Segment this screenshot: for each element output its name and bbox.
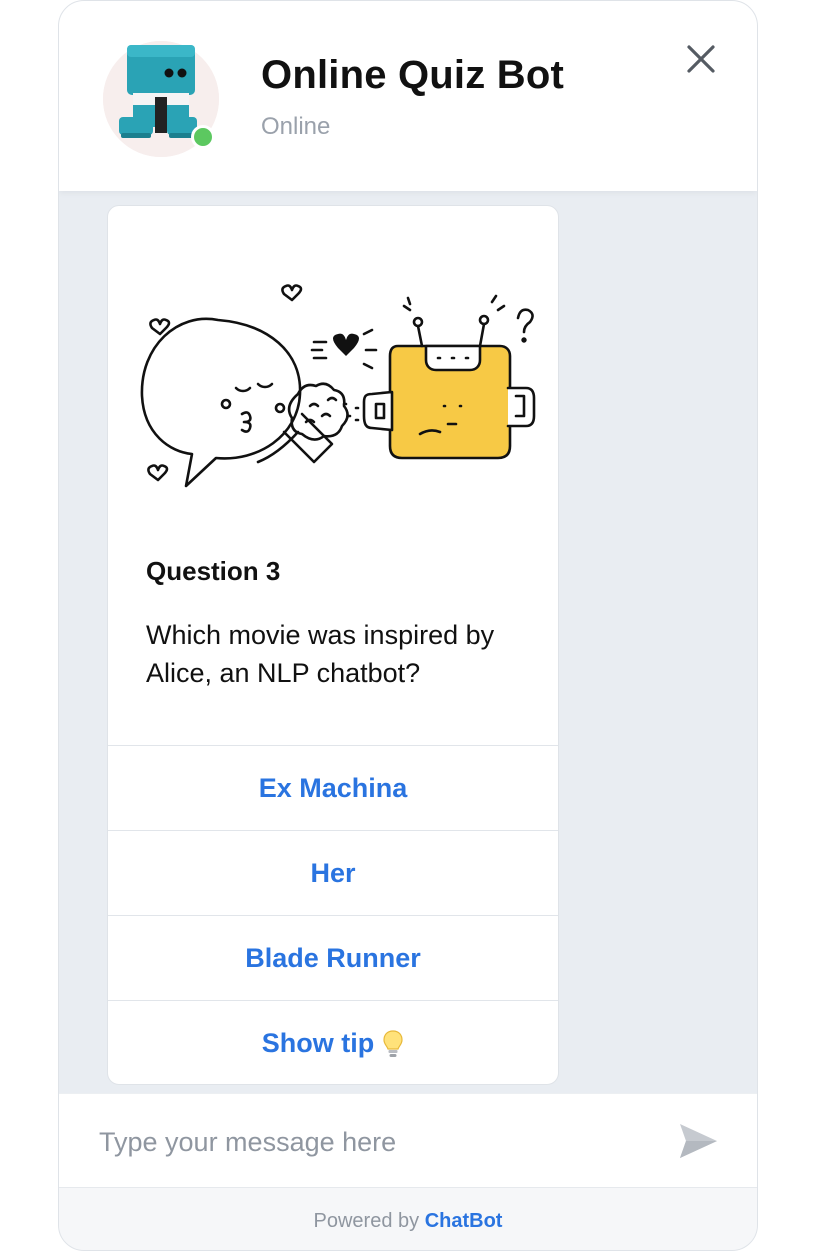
bot-name: Online Quiz Bot: [261, 53, 564, 97]
message-input[interactable]: [97, 1118, 661, 1166]
chat-widget: Online Quiz Bot Online Question 3 Which …: [58, 0, 758, 1251]
chat-header: Online Quiz Bot Online: [59, 1, 757, 191]
show-tip-label: Show tip: [261, 1028, 375, 1058]
send-button[interactable]: [677, 1120, 719, 1162]
answer-option-label: Ex Machina: [258, 773, 408, 803]
online-status-dot: [191, 125, 215, 149]
close-button[interactable]: [681, 39, 721, 79]
answer-option-label: Her: [310, 858, 356, 888]
lightbulb-icon: [383, 1029, 403, 1057]
close-icon: [687, 45, 715, 73]
question-text: Which movie was inspired by Alice, an NL…: [146, 620, 495, 688]
answer-option-label: Blade Runner: [245, 943, 421, 973]
show-tip-button[interactable]: Show tip: [108, 1000, 558, 1084]
chat-messages-area[interactable]: Question 3 Which movie was inspired by A…: [59, 191, 757, 1093]
answer-option-ex-machina[interactable]: Ex Machina: [108, 745, 558, 831]
chatbot-brand-link[interactable]: ChatBot: [425, 1210, 503, 1232]
chat-bubble-and-robot-illustration: [140, 284, 536, 488]
footer-prefix: Powered by: [313, 1210, 420, 1232]
message-composer: [59, 1093, 757, 1188]
quiz-card: Question 3 Which movie was inspired by A…: [107, 205, 559, 1085]
answer-option-her[interactable]: Her: [108, 830, 558, 916]
bot-status: Online: [261, 113, 331, 140]
send-icon: [680, 1124, 717, 1158]
question-title: Question 3: [146, 556, 281, 586]
answer-option-blade-runner[interactable]: Blade Runner: [108, 915, 558, 1001]
powered-by-footer: Powered by ChatBot: [59, 1187, 757, 1250]
